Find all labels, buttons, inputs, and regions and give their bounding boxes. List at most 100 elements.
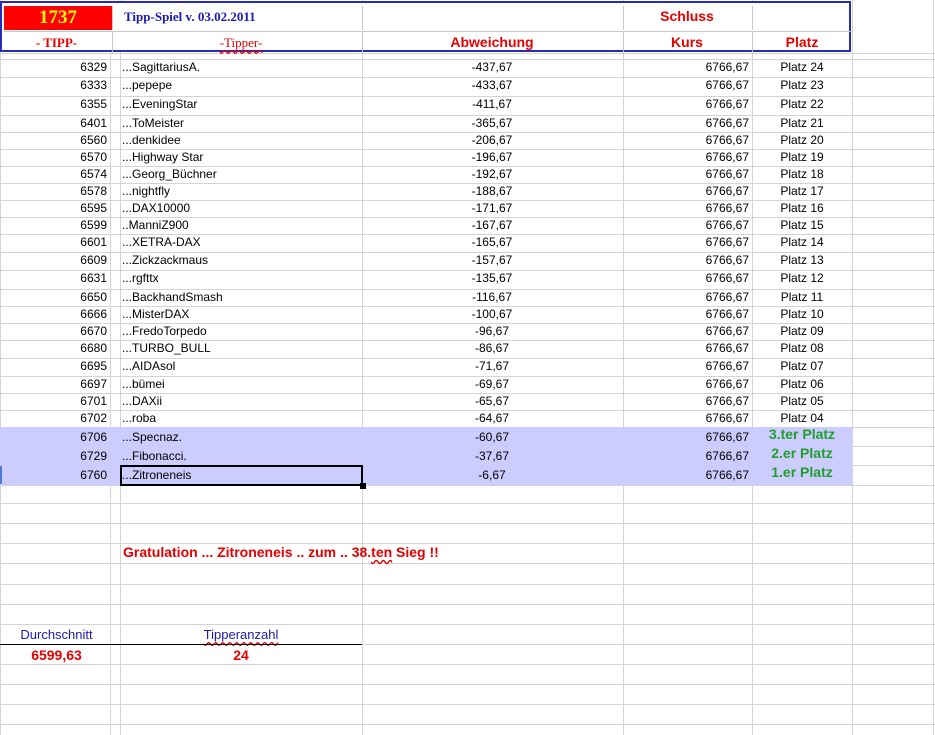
kurs-cell[interactable]: 6766,67 — [624, 467, 749, 483]
kurs-cell[interactable]: 6766,67 — [624, 183, 749, 199]
platz-cell[interactable]: Platz 18 — [753, 166, 851, 182]
abweichung-cell[interactable]: -60,67 — [363, 429, 621, 445]
tipp-cell[interactable]: 6729 — [0, 448, 107, 464]
tipper-name-cell[interactable]: ...TURBO_BULL — [122, 340, 211, 356]
kurs-cell[interactable]: 6766,67 — [624, 252, 749, 268]
platz-cell[interactable]: Platz 10 — [753, 306, 851, 322]
tipp-cell[interactable]: 6574 — [0, 166, 107, 182]
tipper-name-cell[interactable]: ...Highway Star — [122, 149, 203, 165]
abweichung-cell[interactable]: -206,67 — [363, 132, 621, 148]
platz-cell[interactable]: Platz 14 — [753, 234, 851, 250]
abweichung-cell[interactable]: -196,67 — [363, 149, 621, 165]
abweichung-cell[interactable]: -69,67 — [363, 376, 621, 392]
tipp-cell[interactable]: 6599 — [0, 217, 107, 233]
tipper-name-cell[interactable]: ...FredoTorpedo — [122, 323, 207, 339]
abweichung-cell[interactable]: -135,67 — [363, 270, 621, 286]
platz-cell[interactable]: Platz 20 — [753, 132, 851, 148]
tipp-cell[interactable]: 6595 — [0, 200, 107, 216]
platz-cell[interactable]: Platz 21 — [753, 115, 851, 131]
tipper-name-cell[interactable]: ...roba — [122, 410, 156, 426]
abweichung-cell[interactable]: -171,67 — [363, 200, 621, 216]
tipper-name-cell[interactable]: ...MisterDAX — [122, 306, 189, 322]
durchschnitt-label[interactable]: Durchschnitt — [2, 627, 111, 643]
tipper-name-cell[interactable]: ...XETRA-DAX — [122, 234, 201, 250]
kurs-cell[interactable]: 6766,67 — [624, 358, 749, 374]
active-cell-cursor[interactable] — [120, 465, 363, 486]
kurs-cell[interactable]: 6766,67 — [624, 132, 749, 148]
platz-cell[interactable]: Platz 24 — [753, 59, 851, 75]
tipp-cell[interactable]: 6666 — [0, 306, 107, 322]
kurs-cell[interactable]: 6766,67 — [624, 96, 749, 112]
kurs-cell[interactable]: 6766,67 — [624, 306, 749, 322]
tipper-name-cell[interactable]: ...rgfttx — [122, 270, 159, 286]
durchschnitt-value[interactable]: 6599,63 — [2, 647, 111, 663]
platz-cell[interactable]: Platz 04 — [753, 410, 851, 426]
tipper-name-cell[interactable]: ...Georg_Büchner — [122, 166, 217, 182]
platz-cell[interactable]: Platz 06 — [753, 376, 851, 392]
abweichung-cell[interactable]: -100,67 — [363, 306, 621, 322]
tipp-cell[interactable]: 6702 — [0, 410, 107, 426]
tipp-cell[interactable]: 6601 — [0, 234, 107, 250]
tipp-cell[interactable]: 6401 — [0, 115, 107, 131]
tipper-name-cell[interactable]: ..ManniZ900 — [122, 217, 189, 233]
abweichung-column-header[interactable]: Abweichung — [363, 34, 621, 50]
abweichung-cell[interactable]: -65,67 — [363, 393, 621, 409]
tipp-cell[interactable]: 6695 — [0, 358, 107, 374]
abweichung-cell[interactable]: -6,67 — [363, 467, 621, 483]
platz-column-header[interactable]: Platz — [753, 34, 851, 50]
platz-cell[interactable]: Platz 15 — [753, 217, 851, 233]
kurs-cell[interactable]: 6766,67 — [624, 448, 749, 464]
platz-cell[interactable]: 3.ter Platz — [753, 426, 851, 442]
kurs-cell[interactable]: 6766,67 — [624, 166, 749, 182]
kurs-cell[interactable]: 6766,67 — [624, 77, 749, 93]
abweichung-cell[interactable]: -71,67 — [363, 358, 621, 374]
kurs-cell[interactable]: 6766,67 — [624, 393, 749, 409]
tipp-cell[interactable]: 6650 — [0, 289, 107, 305]
congratulation-message[interactable]: Gratulation ... Zitroneneis .. zum .. 38… — [123, 544, 439, 560]
kurs-cell[interactable]: 6766,67 — [624, 200, 749, 216]
platz-cell[interactable]: Platz 19 — [753, 149, 851, 165]
tipp-column-header[interactable]: - TIPP- — [3, 35, 110, 51]
platz-cell[interactable]: 1.er Platz — [753, 464, 851, 480]
abweichung-cell[interactable]: -365,67 — [363, 115, 621, 131]
platz-cell[interactable]: 2.er Platz — [753, 445, 851, 461]
tipper-name-cell[interactable]: ...Zickzackmaus — [122, 252, 208, 268]
fill-handle[interactable] — [360, 483, 366, 489]
platz-cell[interactable]: Platz 05 — [753, 393, 851, 409]
tipper-name-cell[interactable]: ...bümei — [122, 376, 165, 392]
tipper-name-cell[interactable]: ...Fibonacci. — [122, 448, 187, 464]
tipp-cell[interactable]: 6701 — [0, 393, 107, 409]
platz-cell[interactable]: Platz 13 — [753, 252, 851, 268]
tipperanzahl-value[interactable]: 24 — [121, 647, 361, 663]
tipper-name-cell[interactable]: ...denkidee — [122, 132, 181, 148]
kurs-cell[interactable]: 6766,67 — [624, 149, 749, 165]
tipperanzahl-label[interactable]: Tipperanzahl — [121, 627, 361, 643]
tipper-name-cell[interactable]: ...EveningStar — [122, 96, 197, 112]
kurs-cell[interactable]: 6766,67 — [624, 410, 749, 426]
tipp-cell[interactable]: 6609 — [0, 252, 107, 268]
kurs-cell[interactable]: 6766,67 — [624, 340, 749, 356]
platz-cell[interactable]: Platz 09 — [753, 323, 851, 339]
abweichung-cell[interactable]: -116,67 — [363, 289, 621, 305]
abweichung-cell[interactable]: -188,67 — [363, 183, 621, 199]
schluss-header[interactable]: Schluss — [624, 8, 750, 24]
platz-cell[interactable]: Platz 16 — [753, 200, 851, 216]
abweichung-cell[interactable]: -37,67 — [363, 448, 621, 464]
tipp-cell[interactable]: 6333 — [0, 77, 107, 93]
tipper-name-cell[interactable]: ...SagittariusA. — [122, 59, 200, 75]
platz-cell[interactable]: Platz 11 — [753, 289, 851, 305]
tipp-cell[interactable]: 6329 — [0, 59, 107, 75]
kurs-cell[interactable]: 6766,67 — [624, 270, 749, 286]
tipper-name-cell[interactable]: ...DAXii — [122, 393, 162, 409]
kurs-cell[interactable]: 6766,67 — [624, 323, 749, 339]
abweichung-cell[interactable]: -96,67 — [363, 323, 621, 339]
abweichung-cell[interactable]: -165,67 — [363, 234, 621, 250]
tipp-code-cell[interactable]: 1737 — [4, 6, 112, 30]
platz-cell[interactable]: Platz 23 — [753, 77, 851, 93]
tipper-name-cell[interactable]: ...BackhandSmash — [122, 289, 223, 305]
abweichung-cell[interactable]: -167,67 — [363, 217, 621, 233]
abweichung-cell[interactable]: -437,67 — [363, 59, 621, 75]
tipp-cell[interactable]: 6560 — [0, 132, 107, 148]
abweichung-cell[interactable]: -157,67 — [363, 252, 621, 268]
tipper-name-cell[interactable]: ...pepepe — [122, 77, 172, 93]
